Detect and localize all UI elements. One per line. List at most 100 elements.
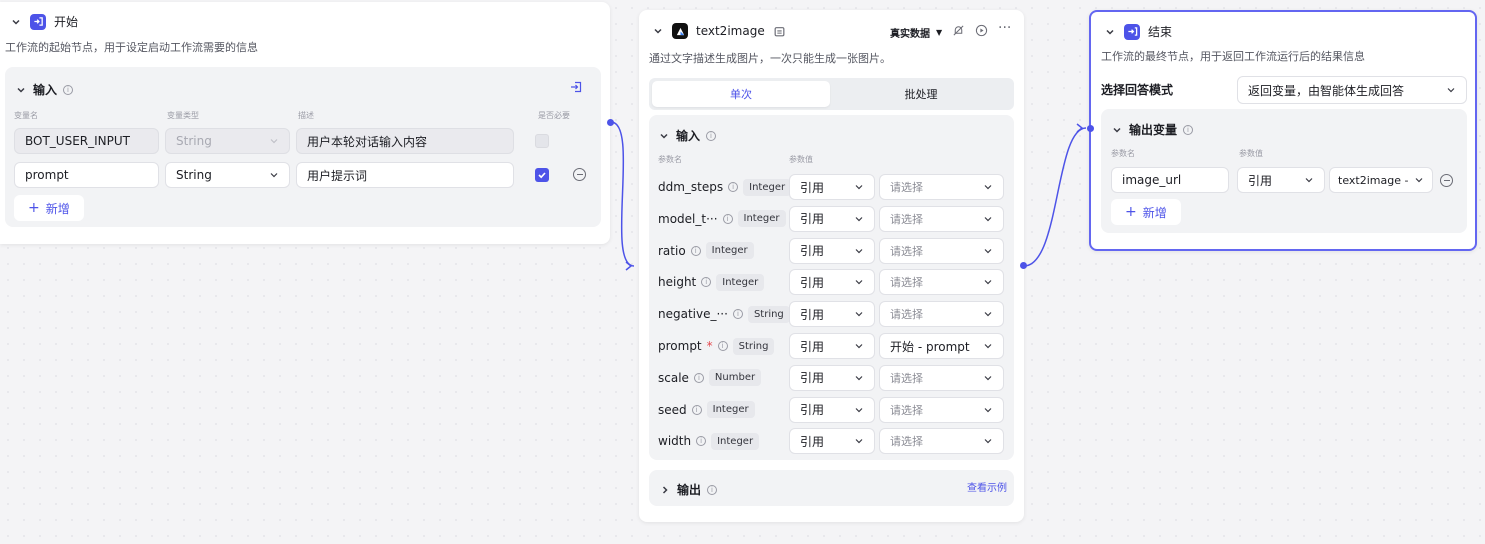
param-value-select[interactable]: 请选择 [879, 174, 1004, 200]
output-vars-header[interactable]: 输出变量 i [1111, 121, 1194, 138]
column-header-param-name: 参数名 [658, 155, 682, 164]
param-value-select[interactable]: 请选择 [879, 396, 1004, 423]
tab-batch[interactable]: 批处理 [832, 81, 1010, 107]
info-icon[interactable]: i [696, 436, 707, 447]
info-icon[interactable]: i [690, 245, 701, 256]
input-section-header[interactable]: 输入 i [15, 81, 74, 98]
param-type-tag: Integer [737, 210, 786, 228]
plugin-info-icon[interactable] [773, 25, 786, 38]
tab-single[interactable]: 单次 [652, 81, 830, 107]
chevron-down-icon [1304, 175, 1314, 185]
info-icon[interactable]: i [63, 84, 74, 95]
end-node-description: 工作流的最终节点，用于返回工作流运行后的结果信息 [1101, 50, 1365, 63]
param-ref-type-select[interactable]: 引用 [789, 396, 875, 423]
output-section-header[interactable]: 输出 i [659, 481, 718, 498]
param-ref-type-select[interactable]: 引用 [789, 333, 875, 359]
arrow-head-icon [1076, 123, 1084, 133]
end-node-header: 结束 [1104, 23, 1172, 40]
start-output-port[interactable] [607, 119, 614, 126]
info-icon[interactable]: i [722, 213, 733, 224]
variable-description-field: 用户本轮对话输入内容 [296, 128, 514, 154]
answer-mode-select[interactable]: 返回变量，由智能体生成回答 [1237, 76, 1467, 104]
column-header-param-name: 参数名 [1111, 149, 1135, 158]
remove-icon[interactable] [1440, 174, 1453, 187]
chevron-down-icon[interactable] [1104, 26, 1116, 38]
end-input-port[interactable] [1087, 125, 1094, 132]
param-value-select[interactable]: 请选择 [879, 428, 1004, 455]
chevron-down-icon[interactable] [652, 25, 664, 37]
start-input-panel: 输入 i 变量名 变量类型 描述 是否必要 BOT_USER_INPUT Str… [5, 67, 601, 227]
start-node[interactable]: 开始 工作流的起始节点，用于设定启动工作流需要的信息 输入 i 变量名 变量类型… [0, 2, 610, 244]
arrow-head-icon [625, 261, 633, 271]
required-checkbox [535, 134, 549, 148]
param-value-select[interactable]: 请选择 [879, 205, 1004, 232]
param-ref-type-select[interactable]: 引用 [789, 269, 875, 296]
param-type-tag: Integer [711, 432, 760, 450]
chevron-down-icon [854, 341, 864, 351]
add-variable-button[interactable]: + 新增 [14, 195, 84, 221]
param-ref-type-select[interactable]: 引用 [789, 301, 875, 328]
chevron-down-icon [983, 405, 993, 415]
info-icon[interactable]: i [693, 372, 704, 383]
info-icon[interactable]: i [717, 341, 728, 351]
param-value-select[interactable]: 请选择 [879, 237, 1004, 264]
param-type-tag: String [732, 337, 775, 355]
view-example-link[interactable]: 查看示例 [967, 479, 1007, 494]
more-icon[interactable]: ··· [998, 20, 1011, 36]
param-type-tag: Integer [705, 242, 754, 260]
info-icon[interactable]: i [706, 130, 717, 141]
t2i-output-panel: 输出 i 查看示例 [649, 470, 1014, 506]
param-value-select[interactable]: 请选择 [879, 301, 1004, 328]
variable-description-field[interactable]: 用户提示词 [296, 162, 514, 188]
param-ref-type-select[interactable]: 引用 [789, 174, 875, 200]
variable-name-field[interactable]: prompt [14, 162, 159, 188]
param-ref-type-select[interactable]: 引用 [789, 237, 875, 264]
column-header-name: 变量名 [14, 111, 38, 120]
output-ref-value-select[interactable]: text2image - [1329, 167, 1433, 193]
add-output-button[interactable]: + 新增 [1111, 199, 1181, 225]
param-name: prompt * i String [658, 333, 775, 359]
text2image-node[interactable]: text2image 真实数据 ▼ ··· 通过文字描述生成图片，一次只能生成一… [639, 10, 1024, 522]
bell-off-icon[interactable] [952, 24, 965, 37]
param-value-select[interactable]: 开始 - prompt [879, 333, 1004, 359]
t2i-node-description: 通过文字描述生成图片，一次只能生成一张图片。 [649, 52, 891, 65]
chevron-down-icon [1414, 175, 1424, 185]
end-node[interactable]: 结束 工作流的最终节点，用于返回工作流运行后的结果信息 选择回答模式 返回变量，… [1089, 10, 1477, 251]
info-icon[interactable]: i [707, 484, 718, 495]
play-icon[interactable] [975, 24, 988, 37]
remove-icon[interactable] [573, 168, 586, 181]
import-icon[interactable] [570, 81, 582, 96]
variable-type-select[interactable]: String [165, 162, 290, 188]
output-ref-type-select[interactable]: 引用 [1237, 167, 1325, 193]
info-icon[interactable]: i [732, 309, 743, 320]
param-type-tag: Integer [706, 401, 755, 419]
chevron-down-icon [854, 214, 864, 224]
param-ref-type-select[interactable]: 引用 [789, 428, 875, 455]
required-checkbox[interactable] [535, 168, 549, 182]
input-section-header[interactable]: 输入 i [658, 127, 717, 144]
info-icon[interactable]: i [691, 404, 702, 415]
start-node-header: 开始 [10, 13, 78, 30]
param-ref-type-select[interactable]: 引用 [789, 205, 875, 232]
chevron-right-icon[interactable] [659, 484, 671, 496]
column-header-param-value: 参数值 [1239, 149, 1263, 158]
param-value-select[interactable]: 请选择 [879, 269, 1004, 296]
start-node-title: 开始 [54, 15, 79, 29]
mode-select[interactable]: 真实数据 ▼ [890, 25, 942, 40]
param-value-select[interactable]: 请选择 [879, 364, 1004, 391]
t2i-output-port[interactable] [1020, 262, 1027, 269]
chevron-down-icon [1446, 85, 1456, 95]
required-marker: * [706, 339, 713, 353]
param-name: height i Integer [658, 269, 765, 295]
chevron-down-icon[interactable] [10, 16, 22, 28]
chevron-down-icon [983, 277, 993, 287]
info-icon[interactable]: i [728, 182, 739, 192]
chevron-down-icon[interactable] [15, 84, 27, 96]
chevron-down-icon[interactable] [1111, 124, 1123, 136]
output-var-name-field[interactable]: image_url [1111, 167, 1229, 193]
param-ref-type-select[interactable]: 引用 [789, 364, 875, 391]
chevron-down-icon[interactable] [658, 130, 670, 142]
start-node-description: 工作流的起始节点，用于设定启动工作流需要的信息 [5, 41, 258, 54]
info-icon[interactable]: i [701, 277, 712, 288]
info-icon[interactable]: i [1183, 124, 1194, 135]
